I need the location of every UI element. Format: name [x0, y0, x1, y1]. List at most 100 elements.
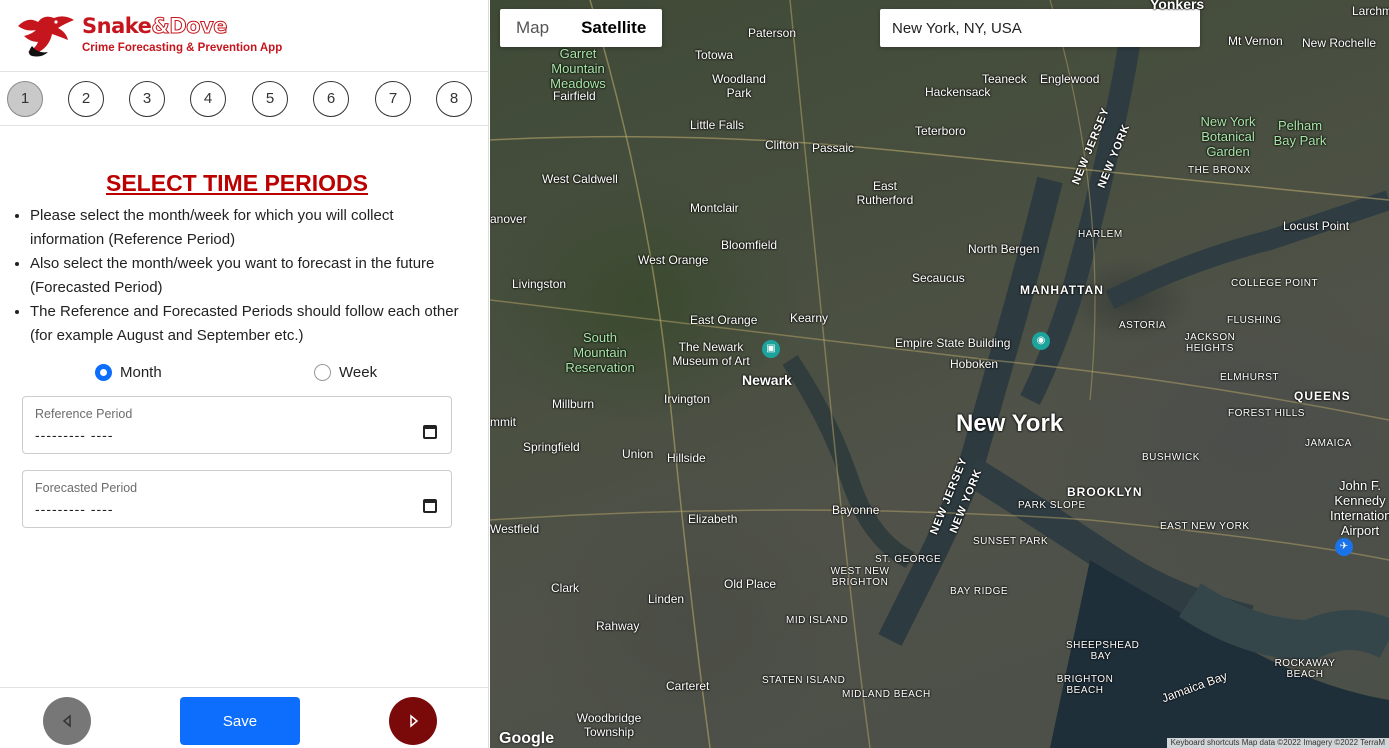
map-label: BRIGHTON BEACH: [1056, 674, 1114, 696]
map-label: SUNSET PARK: [973, 536, 1049, 547]
map-label: Montclair: [690, 201, 739, 215]
map-label: Woodland Park: [712, 72, 766, 100]
step-6[interactable]: 6: [313, 81, 349, 117]
map-label: EAST NEW YORK: [1160, 521, 1250, 532]
forecasted-period-field[interactable]: Forecasted Period --------- ----: [22, 470, 452, 528]
map-label: Secaucus: [912, 271, 965, 285]
forecasted-period-value[interactable]: --------- ----: [35, 501, 114, 517]
map-label: MIDLAND BEACH: [842, 689, 931, 700]
reference-period-field[interactable]: Reference Period --------- ----: [22, 396, 452, 454]
map-label: Little Falls: [690, 118, 745, 132]
map-label: East Rutherford: [856, 179, 914, 207]
location-search-input[interactable]: [880, 9, 1200, 47]
tab-satellite[interactable]: Satellite: [565, 9, 662, 47]
step-5[interactable]: 5: [252, 81, 288, 117]
map-label: Livingston: [512, 277, 567, 291]
map-label: Yonkers: [1150, 0, 1205, 12]
satellite-map[interactable]: Map Satellite New York Newark MANHATTAN …: [490, 0, 1389, 748]
map-label: PARK SLOPE: [1018, 500, 1086, 511]
instruction-item: Please select the month/week for which y…: [30, 204, 470, 252]
map-label: BAY RIDGE: [950, 586, 1009, 597]
map-label: West Orange: [638, 253, 709, 267]
snake-dove-logo-icon: [18, 16, 74, 57]
next-button[interactable]: [389, 697, 437, 745]
map-label: Kearny: [790, 311, 829, 325]
radio-week[interactable]: Week: [314, 364, 377, 381]
radio-month-control[interactable]: [95, 364, 112, 381]
forecasted-period-label: Forecasted Period: [35, 481, 138, 495]
map-label: New York Botanical Garden: [1200, 114, 1256, 159]
camera-poi-icon[interactable]: ◉: [1032, 332, 1050, 350]
map-label: Woodbridge Township: [576, 711, 642, 739]
map-label: BUSHWICK: [1142, 452, 1200, 463]
step-4[interactable]: 4: [190, 81, 226, 117]
map-label: Teterboro: [915, 124, 966, 138]
map-label: THE BRONX: [1188, 165, 1251, 176]
map-label: Bayonne: [832, 503, 880, 517]
map-label: STATEN ISLAND: [762, 675, 846, 686]
map-label: Totowa: [695, 48, 734, 62]
calendar-icon[interactable]: [423, 425, 437, 439]
map-label: Fairfield: [553, 89, 596, 103]
tab-map[interactable]: Map: [500, 9, 565, 47]
airport-poi-icon[interactable]: ✈: [1335, 538, 1353, 556]
save-button[interactable]: Save: [180, 697, 300, 745]
map-label: Linden: [648, 592, 685, 606]
map-label: JACKSON HEIGHTS: [1184, 332, 1236, 354]
map-label: Bloomfield: [721, 238, 778, 252]
map-label: Hillside: [667, 451, 706, 465]
page-title: SELECT TIME PERIODS: [106, 170, 368, 196]
map-label: Locust Point: [1283, 219, 1350, 233]
radio-week-label: Week: [339, 364, 378, 381]
map-attribution[interactable]: Keyboard shortcuts Map data ©2022 Imager…: [1166, 738, 1389, 748]
instructions-list: Please select the month/week for which y…: [10, 204, 470, 348]
map-label: West Caldwell: [542, 172, 618, 186]
map-label: WEST NEW BRIGHTON: [830, 566, 890, 588]
calendar-icon[interactable]: [423, 499, 437, 513]
map-label: ASTORIA: [1119, 320, 1167, 331]
map-label: FOREST HILLS: [1228, 408, 1305, 419]
footer-nav: Save: [0, 687, 489, 748]
map-label: Larchmont: [1352, 4, 1389, 18]
previous-button[interactable]: [43, 697, 91, 745]
map-label: Rahway: [596, 619, 640, 633]
map-label: Clark: [551, 581, 580, 595]
map-label: Paterson: [748, 26, 797, 40]
map-label: Hackensack: [925, 85, 991, 99]
map-label: Elizabeth: [688, 512, 738, 526]
map-label: Springfield: [523, 440, 580, 454]
map-label: Westfield: [490, 522, 540, 536]
brand-tagline: Crime Forecasting & Prevention App: [82, 42, 283, 54]
map-label: Hoboken: [950, 357, 999, 371]
step-1[interactable]: 1: [7, 81, 43, 117]
map-label: Irvington: [664, 392, 711, 406]
map-label: Old Place: [724, 577, 777, 591]
step-7[interactable]: 7: [375, 81, 411, 117]
map-label: New Rochelle: [1302, 36, 1377, 50]
map-label: Teaneck: [982, 72, 1027, 86]
map-label: ROCKAWAY BEACH: [1274, 658, 1336, 680]
museum-poi-icon[interactable]: ▣: [762, 340, 780, 358]
step-8[interactable]: 8: [436, 81, 472, 117]
map-label: BROOKLYN: [1067, 485, 1143, 499]
map-label: JAMAICA: [1305, 438, 1352, 449]
map-label: Passaic: [812, 141, 855, 155]
step-3[interactable]: 3: [129, 81, 165, 117]
map-label: John F. Kennedy International Airport: [1330, 478, 1389, 538]
map-label: The Newark Museum of Art: [672, 340, 750, 368]
instruction-item: Also select the month/week you want to f…: [30, 252, 470, 300]
radio-month[interactable]: Month: [95, 364, 162, 381]
brand-name: Snake&Dove: [82, 14, 228, 39]
map-label: QUEENS: [1294, 389, 1351, 403]
map-label: Pelham Bay Park: [1273, 118, 1327, 148]
map-label: COLLEGE POINT: [1231, 278, 1319, 289]
reference-period-value[interactable]: --------- ----: [35, 427, 114, 443]
map-label: East Orange: [690, 313, 758, 327]
map-label: anover: [490, 212, 527, 226]
radio-week-control[interactable]: [314, 364, 331, 381]
step-2[interactable]: 2: [68, 81, 104, 117]
map-label: SHEEPSHEAD BAY: [1066, 640, 1140, 662]
map-label: MID ISLAND: [786, 615, 849, 626]
chevron-left-icon: [62, 714, 71, 728]
map-label: Englewood: [1040, 72, 1100, 86]
